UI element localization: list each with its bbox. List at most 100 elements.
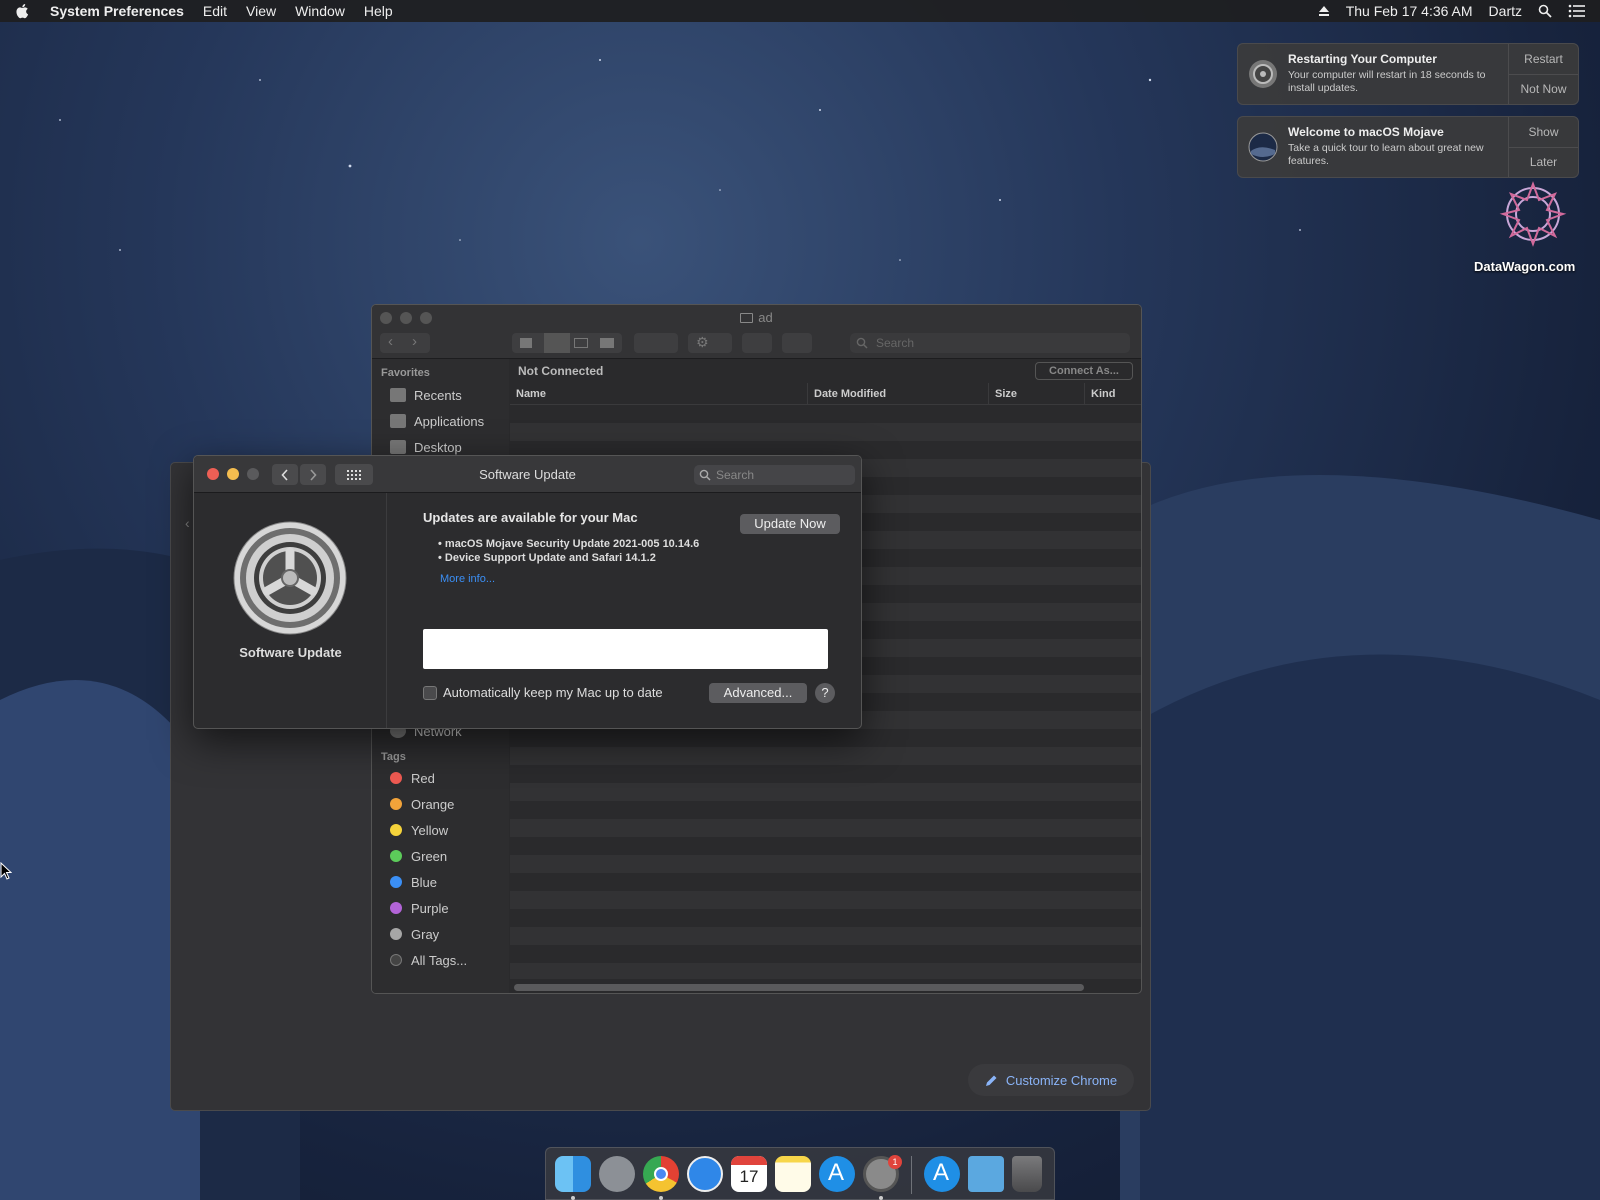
- desktop-icon: [390, 440, 406, 454]
- gear-icon: ⚙: [696, 334, 709, 350]
- running-indicator: [659, 1196, 663, 1200]
- column-kind[interactable]: Kind: [1085, 383, 1141, 404]
- group-by-button[interactable]: [634, 333, 678, 353]
- menu-window[interactable]: Window: [295, 3, 345, 19]
- back-icon[interactable]: ‹: [388, 333, 393, 350]
- menu-view[interactable]: View: [246, 3, 276, 19]
- tag-yellow[interactable]: Yellow: [372, 818, 448, 842]
- notification-text: Your computer will restart in 18 seconds…: [1288, 69, 1486, 94]
- recents-icon: [390, 388, 406, 402]
- tag-gray[interactable]: Gray: [372, 922, 439, 946]
- sidebar-item-applications[interactable]: Applications: [372, 409, 484, 433]
- software-update-window: Software Update Search Software Update U…: [193, 455, 862, 729]
- updates-list: • macOS Mojave Security Update 2021-005 …: [438, 537, 699, 565]
- menu-bar: System Preferences Edit View Window Help…: [0, 0, 1600, 22]
- notification-welcome[interactable]: Welcome to macOS Mojave Take a quick tou…: [1237, 116, 1579, 178]
- help-button[interactable]: ?: [815, 683, 835, 703]
- notification-title: Restarting Your Computer: [1288, 52, 1437, 66]
- tag-blue[interactable]: Blue: [372, 870, 437, 894]
- desktop-item-label[interactable]: DataWagon.com: [1474, 259, 1575, 274]
- trash-dock-icon[interactable]: [1012, 1156, 1042, 1192]
- apple-menu-icon[interactable]: [14, 2, 32, 20]
- gallery-view-icon[interactable]: [600, 338, 614, 348]
- software-update-titlebar: Software Update Search: [194, 456, 861, 493]
- auto-update-checkbox[interactable]: [423, 685, 437, 700]
- column-name[interactable]: Name: [510, 383, 808, 404]
- search-icon: [699, 469, 711, 481]
- eject-icon[interactable]: [1318, 5, 1330, 17]
- column-date-modified[interactable]: Date Modified: [808, 383, 989, 404]
- app-store-folder-dock-icon[interactable]: A: [924, 1156, 960, 1192]
- orange-tag-icon: [390, 798, 402, 810]
- list-view-icon[interactable]: [544, 333, 570, 353]
- red-tag-icon: [390, 772, 402, 784]
- menu-user[interactable]: Dartz: [1489, 3, 1522, 19]
- software-update-gear-icon: [233, 521, 347, 635]
- gray-tag-icon: [390, 928, 402, 940]
- running-indicator: [879, 1196, 883, 1200]
- sidebar-item-recents[interactable]: Recents: [372, 383, 462, 407]
- spotlight-icon[interactable]: [1538, 4, 1552, 18]
- auto-update-label[interactable]: Automatically keep my Mac up to date: [443, 685, 663, 700]
- pencil-icon: [985, 1075, 997, 1086]
- update-item: • Device Support Update and Safari 14.1.…: [438, 552, 656, 564]
- calendar-day: 17: [739, 1167, 759, 1186]
- menu-clock[interactable]: Thu Feb 17 4:36 AM: [1346, 3, 1473, 19]
- connect-as-button[interactable]: Connect As...: [1035, 362, 1133, 380]
- share-button[interactable]: [742, 333, 772, 353]
- tag-purple[interactable]: Purple: [372, 896, 449, 920]
- more-info-link[interactable]: More info...: [440, 573, 495, 585]
- notification-restarting[interactable]: Restarting Your Computer Your computer w…: [1237, 43, 1579, 105]
- forward-icon[interactable]: ›: [412, 333, 417, 350]
- downloads-folder-dock-icon[interactable]: [968, 1156, 1004, 1192]
- safari-dock-icon[interactable]: [687, 1156, 723, 1192]
- horizontal-scrollbar[interactable]: [514, 984, 1084, 991]
- menu-edit[interactable]: Edit: [203, 3, 227, 19]
- menu-app-name[interactable]: System Preferences: [50, 3, 184, 19]
- chrome-dock-icon[interactable]: [643, 1156, 679, 1192]
- tag-all-tags[interactable]: All Tags...: [372, 948, 467, 972]
- progress-area: [423, 629, 828, 669]
- auto-update-row: Automatically keep my Mac up to date: [423, 685, 663, 700]
- action-gear-button[interactable]: ⚙: [688, 333, 732, 353]
- update-now-button[interactable]: Update Now: [740, 514, 840, 534]
- launchpad-dock-icon[interactable]: [599, 1156, 635, 1192]
- chrome-back-icon[interactable]: ‹: [185, 515, 190, 531]
- tag-red[interactable]: Red: [372, 766, 435, 790]
- yellow-tag-icon: [390, 824, 402, 836]
- tag-green[interactable]: Green: [372, 844, 447, 868]
- later-button[interactable]: Later: [1509, 146, 1578, 178]
- calendar-dock-icon[interactable]: 17: [731, 1156, 767, 1192]
- tags-button[interactable]: [782, 333, 812, 353]
- icon-view-icon[interactable]: [520, 338, 532, 348]
- preferences-search-input[interactable]: Search: [694, 465, 855, 485]
- tag-orange[interactable]: Orange: [372, 792, 454, 816]
- finder-dock-icon[interactable]: [555, 1156, 591, 1192]
- dock-divider: [911, 1156, 912, 1194]
- view-mode-buttons[interactable]: [512, 333, 622, 353]
- advanced-button[interactable]: Advanced...: [709, 683, 807, 703]
- column-view-icon[interactable]: [574, 338, 588, 348]
- show-button[interactable]: Show: [1509, 117, 1578, 147]
- finder-search-input[interactable]: Search: [850, 333, 1130, 353]
- back-forward-buttons[interactable]: ‹ ›: [380, 333, 430, 353]
- search-icon: [856, 337, 868, 349]
- system-preferences-dock-icon[interactable]: 1: [863, 1155, 902, 1192]
- notification-badge: 1: [888, 1155, 902, 1169]
- app-store-dock-icon[interactable]: A: [819, 1156, 855, 1192]
- datawagon-desktop-icon[interactable]: [1493, 180, 1573, 248]
- notes-dock-icon[interactable]: [775, 1156, 811, 1192]
- all-tags-icon: [390, 954, 402, 966]
- menu-help[interactable]: Help: [364, 3, 393, 19]
- restart-button[interactable]: Restart: [1509, 44, 1578, 74]
- column-headers: Name Date Modified Size Kind: [510, 383, 1141, 405]
- notification-center-icon[interactable]: [1568, 4, 1586, 18]
- customize-chrome-button[interactable]: Customize Chrome: [968, 1064, 1134, 1096]
- mouse-cursor: [0, 862, 12, 880]
- column-size[interactable]: Size: [989, 383, 1085, 404]
- running-indicator: [571, 1196, 575, 1200]
- not-now-button[interactable]: Not Now: [1509, 73, 1578, 105]
- updates-heading: Updates are available for your Mac: [423, 510, 638, 525]
- pane-label: Software Update: [239, 645, 342, 660]
- favorites-header: Favorites: [381, 367, 430, 379]
